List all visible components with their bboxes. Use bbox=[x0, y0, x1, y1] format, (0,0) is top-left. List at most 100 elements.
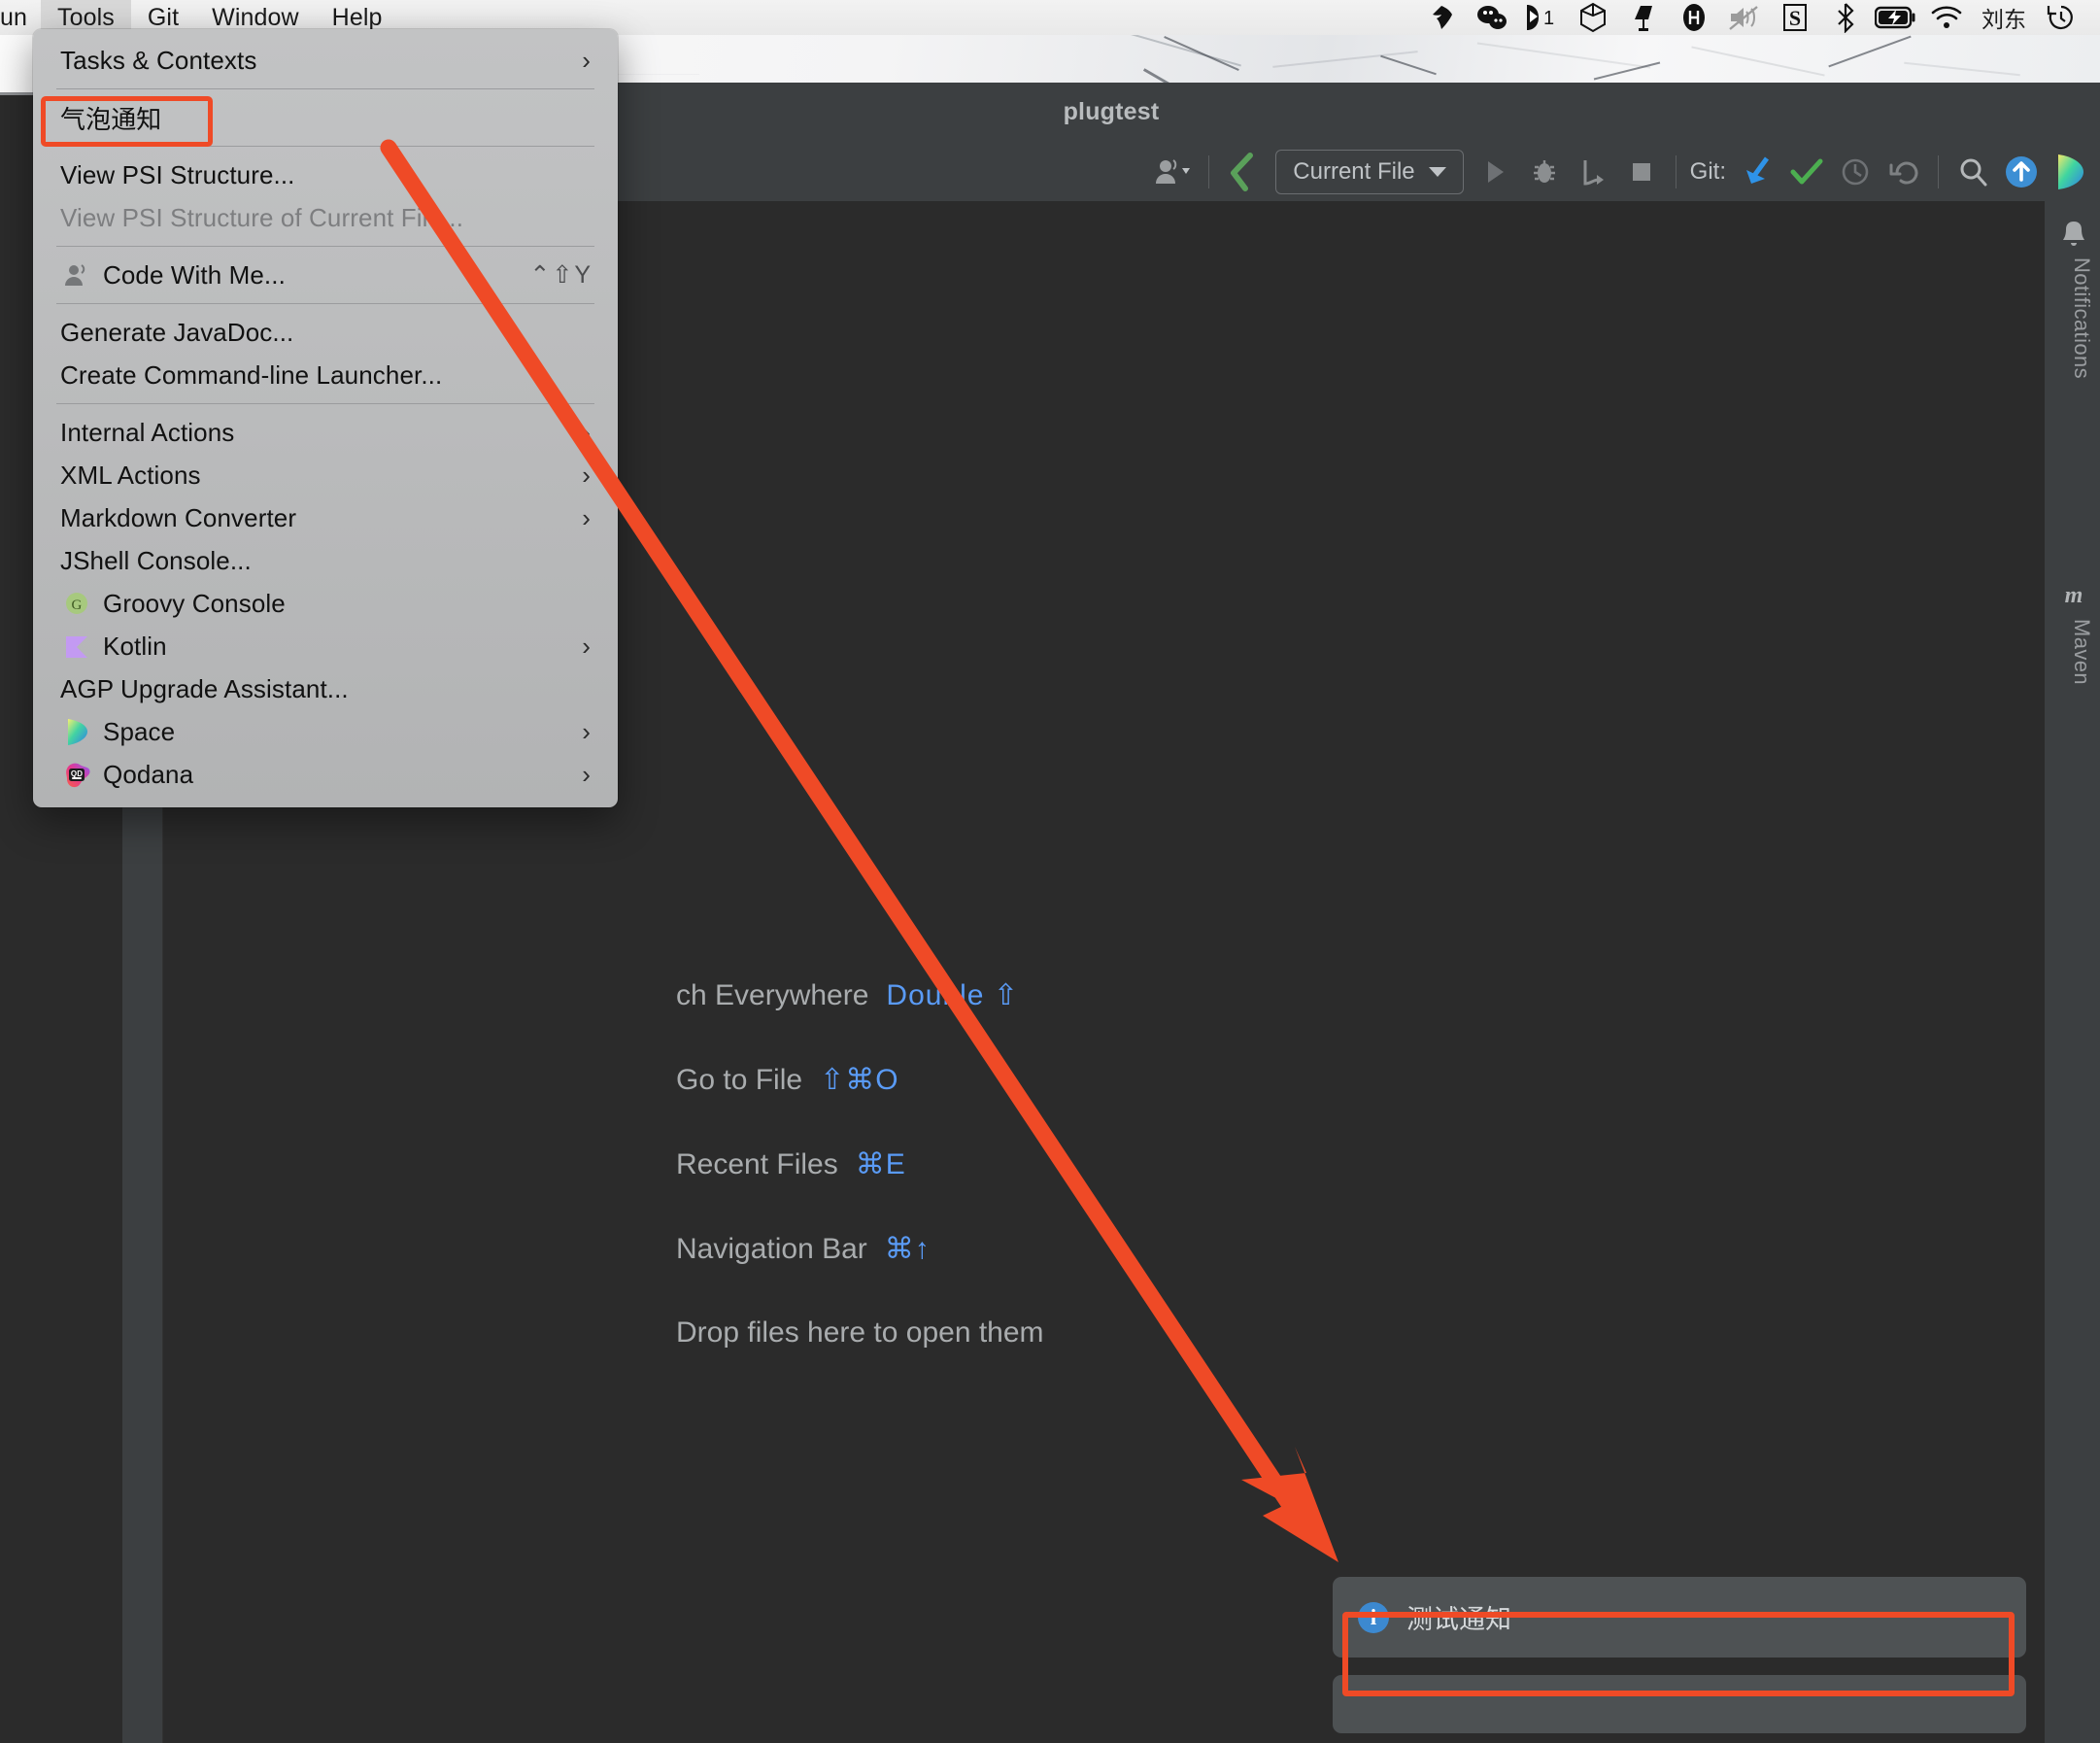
menu-separator bbox=[56, 403, 594, 404]
lamp-icon[interactable] bbox=[1618, 0, 1669, 35]
menu-item-label: Tasks & Contexts bbox=[60, 45, 257, 75]
hint-go-to-file: Go to File ⇧⌘O bbox=[676, 1063, 1550, 1097]
chevron-right-icon: › bbox=[582, 717, 591, 746]
menu-item-generate-javadoc[interactable]: Generate JavaDoc... bbox=[33, 311, 618, 354]
hint-recent-files: Recent Files ⌘E bbox=[676, 1147, 1550, 1181]
search-everywhere-button[interactable] bbox=[1948, 147, 1997, 197]
hint-label: Go to File bbox=[676, 1064, 803, 1096]
menu-item-agp-upgrade-assistant[interactable]: AGP Upgrade Assistant... bbox=[33, 667, 618, 710]
menu-item-label: Groovy Console bbox=[103, 588, 286, 618]
menu-separator bbox=[56, 246, 594, 247]
bluetooth-icon[interactable] bbox=[1820, 0, 1871, 35]
svg-text:QD: QD bbox=[71, 769, 83, 778]
rail-label-maven[interactable]: Maven bbox=[2069, 619, 2094, 685]
menu-item-label: Kotlin bbox=[103, 631, 167, 661]
hint-label: ch Everywhere bbox=[676, 979, 869, 1011]
debug-button[interactable] bbox=[1520, 147, 1569, 197]
git-label: Git: bbox=[1689, 157, 1726, 185]
space-button[interactable] bbox=[2046, 147, 2094, 197]
kotlin-arrow-icon[interactable] bbox=[1219, 147, 1268, 197]
dropbox-icon[interactable] bbox=[1416, 0, 1467, 35]
page-title: plugtest bbox=[1063, 98, 1160, 125]
maven-icon[interactable]: m bbox=[2059, 580, 2088, 614]
menu-item-groovy-console[interactable]: G Groovy Console bbox=[33, 582, 618, 625]
hint-label: Drop files here to open them bbox=[676, 1316, 1044, 1349]
run-button[interactable] bbox=[1472, 147, 1520, 197]
screen-root: un Tools Git Window Help 1 S 刘东 plugtest… bbox=[0, 0, 2100, 1743]
groovy-icon: G bbox=[60, 590, 93, 617]
chevron-right-icon: › bbox=[582, 418, 591, 447]
svg-text:m: m bbox=[2065, 583, 2083, 608]
profile-button[interactable] bbox=[1569, 147, 1617, 197]
chevron-down-icon bbox=[1428, 166, 1446, 177]
rail-label-notifications[interactable]: Notifications bbox=[2069, 257, 2094, 379]
menu-separator bbox=[56, 88, 594, 89]
wechat-icon[interactable] bbox=[1467, 0, 1517, 35]
package-box-icon[interactable] bbox=[1568, 0, 1618, 35]
toolbar-actions: Current File Git: bbox=[1150, 142, 2094, 201]
menu-item-label: View PSI Structure of Current File... bbox=[60, 202, 464, 232]
git-commit-button[interactable] bbox=[1782, 147, 1831, 197]
git-rollback-button[interactable] bbox=[1880, 147, 1928, 197]
menu-item-qodana[interactable]: QD Qodana › bbox=[33, 753, 618, 796]
menu-item-label: View PSI Structure... bbox=[60, 159, 295, 189]
volume-muted-icon[interactable] bbox=[1719, 0, 1770, 35]
notifications-bell-icon[interactable] bbox=[2059, 219, 2088, 253]
clock-back-icon[interactable] bbox=[2036, 0, 2086, 35]
menu-item-view-psi-structure-current-file: View PSI Structure of Current File... bbox=[33, 196, 618, 239]
hint-shortcut: ⌘E bbox=[855, 1148, 906, 1180]
menu-item-label: Internal Actions bbox=[60, 417, 235, 447]
chevron-right-icon: › bbox=[582, 760, 591, 789]
hammerspoon-icon[interactable] bbox=[1669, 0, 1719, 35]
menu-item-label: JShell Console... bbox=[60, 545, 252, 575]
menu-item-kotlin[interactable]: Kotlin › bbox=[33, 625, 618, 667]
git-update-project-button[interactable] bbox=[1734, 147, 1782, 197]
hint-navigation-bar: Navigation Bar ⌘↑ bbox=[676, 1232, 1550, 1266]
menu-item-internal-actions[interactable]: Internal Actions › bbox=[33, 411, 618, 454]
menu-item-xml-actions[interactable]: XML Actions › bbox=[33, 454, 618, 496]
menu-item-label: Markdown Converter bbox=[60, 502, 297, 532]
hint-drop-files: Drop files here to open them bbox=[676, 1316, 1550, 1350]
chevron-right-icon: › bbox=[582, 632, 591, 661]
menu-separator bbox=[56, 303, 594, 304]
space-icon bbox=[60, 717, 93, 746]
menu-run[interactable]: un bbox=[0, 0, 41, 35]
upload-button[interactable] bbox=[1997, 147, 2046, 197]
menu-item-label: Create Command-line Launcher... bbox=[60, 359, 443, 390]
menu-item-create-command-line-launcher[interactable]: Create Command-line Launcher... bbox=[33, 354, 618, 396]
menu-bar-tray: 1 S 刘东 bbox=[1416, 0, 2100, 35]
menu-item-label: Space bbox=[103, 716, 176, 746]
menu-item-bubble-notification[interactable]: 气泡通知 bbox=[33, 96, 618, 147]
svg-text:1: 1 bbox=[1543, 8, 1554, 29]
menu-item-label: Generate JavaDoc... bbox=[60, 317, 294, 347]
chevron-right-icon: › bbox=[582, 461, 591, 490]
notification-highlight-annotation bbox=[1342, 1612, 2015, 1696]
git-history-button[interactable] bbox=[1831, 147, 1880, 197]
run-configuration-select[interactable]: Current File bbox=[1275, 149, 1464, 194]
hint-shortcut: ⌘↑ bbox=[884, 1233, 931, 1265]
video-player-icon[interactable]: 1 bbox=[1517, 0, 1568, 35]
hint-search-everywhere: ch Everywhere Double ⇧ bbox=[676, 978, 1550, 1012]
chevron-right-icon: › bbox=[582, 46, 591, 75]
svg-text:G: G bbox=[72, 598, 83, 613]
user-avatar-dropdown[interactable] bbox=[1150, 147, 1199, 197]
chevron-right-icon: › bbox=[582, 503, 591, 532]
wifi-icon[interactable] bbox=[1921, 0, 1972, 35]
menu-item-view-psi-structure[interactable]: View PSI Structure... bbox=[33, 154, 618, 196]
stop-button[interactable] bbox=[1617, 147, 1666, 197]
menu-item-jshell-console[interactable]: JShell Console... bbox=[33, 539, 618, 582]
menu-item-label: XML Actions bbox=[60, 460, 201, 490]
toolbar-separator-2 bbox=[1675, 154, 1677, 188]
sourcetree-icon[interactable]: S bbox=[1770, 0, 1820, 35]
menu-item-tasks-contexts[interactable]: Tasks & Contexts › bbox=[33, 39, 618, 82]
menu-item-markdown-converter[interactable]: Markdown Converter › bbox=[33, 496, 618, 539]
qodana-icon: QD bbox=[60, 760, 93, 789]
menu-bar-user-name[interactable]: 刘东 bbox=[1972, 1, 2036, 34]
menu-item-label: 气泡通知 bbox=[60, 104, 162, 134]
menu-item-shortcut: ⌃⇧Y bbox=[529, 261, 593, 289]
toolbar-separator-3 bbox=[1938, 154, 1939, 188]
menu-item-code-with-me[interactable]: Code With Me... ⌃⇧Y bbox=[33, 254, 618, 296]
editor-empty-hints: ch Everywhere Double ⇧ Go to File ⇧⌘O Re… bbox=[676, 978, 1550, 1350]
menu-item-space[interactable]: Space › bbox=[33, 710, 618, 753]
battery-charging-icon[interactable] bbox=[1871, 0, 1921, 35]
